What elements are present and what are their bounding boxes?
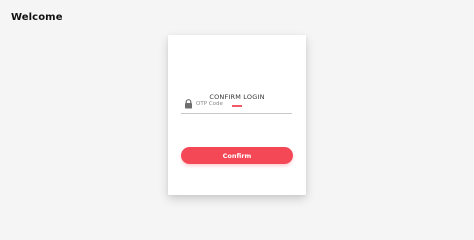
- page-heading: Welcome: [11, 12, 63, 23]
- confirm-button[interactable]: Confirm: [181, 147, 293, 164]
- otp-code-field[interactable]: [181, 99, 292, 114]
- otp-code-input[interactable]: [196, 101, 291, 107]
- confirm-login-card: CONFIRM LOGIN: [168, 35, 306, 195]
- lock-icon: [185, 99, 192, 109]
